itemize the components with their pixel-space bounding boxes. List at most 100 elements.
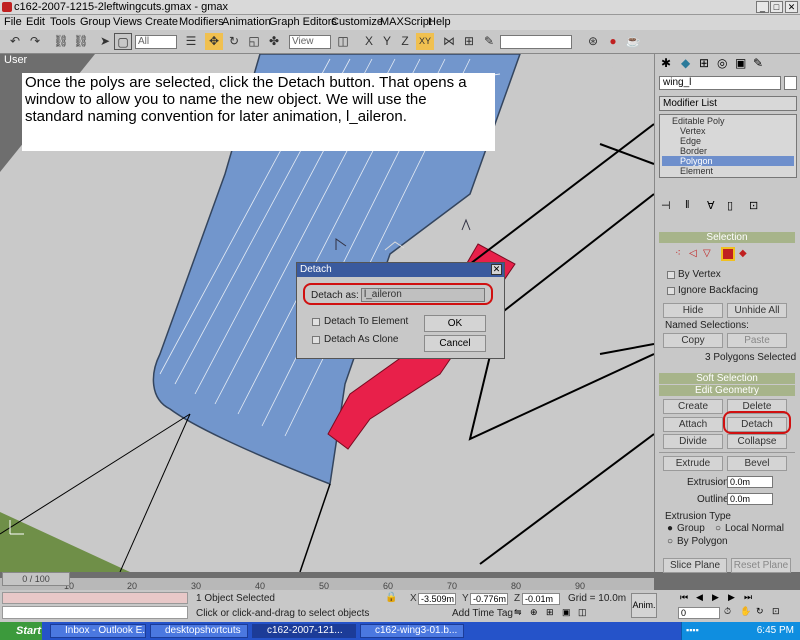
lock-selection-icon[interactable]: 🔒 — [385, 592, 397, 603]
make-unique-icon[interactable]: ∀ — [707, 199, 715, 212]
selection-rollout-header[interactable]: Selection — [659, 232, 795, 243]
current-frame-field[interactable]: 0 — [678, 607, 720, 619]
unlink-icon[interactable]: ⛓ — [72, 33, 90, 50]
configure-sets-icon[interactable]: ⊡ — [749, 199, 758, 212]
menu-graph-editors[interactable]: Graph Editors — [269, 16, 337, 28]
object-name-field[interactable]: wing_l — [659, 76, 781, 90]
cancel-button[interactable]: Cancel — [424, 335, 486, 352]
divide-button[interactable]: Divide — [663, 434, 723, 449]
taskbar-item-outlook[interactable]: Inbox - Outlook E... — [50, 624, 146, 638]
tray-icons[interactable]: ▪▪▪▪ — [686, 625, 699, 635]
go-to-start-icon[interactable]: ⏮ — [680, 592, 688, 603]
stack-item-editable-poly[interactable]: Editable Poly — [672, 116, 725, 126]
display-tab-icon[interactable]: ▣ — [735, 56, 746, 70]
show-end-result-icon[interactable]: ‖ — [685, 199, 690, 211]
maxscript-listener-mini[interactable] — [2, 592, 188, 604]
key-mode-icon[interactable]: ⇋ — [514, 607, 522, 618]
menu-edit[interactable]: Edit — [26, 16, 45, 28]
zoom-extents-all-icon[interactable]: ◫ — [578, 607, 587, 618]
xy-plane-icon[interactable]: XY — [416, 33, 434, 50]
maximize-viewport-icon[interactable]: ⊡ — [772, 606, 780, 617]
menu-create[interactable]: Create — [145, 16, 178, 28]
stack-item-vertex[interactable]: Vertex — [680, 126, 706, 136]
time-slider[interactable]: 0 / 100 — [2, 572, 70, 586]
time-config-icon[interactable]: ⏱ — [724, 606, 731, 617]
zoom-all-icon[interactable]: ⊞ — [546, 607, 554, 618]
stack-item-border[interactable]: Border — [680, 146, 707, 156]
viewport-label[interactable]: User — [4, 54, 27, 66]
previous-frame-icon[interactable]: ◀ — [696, 592, 703, 603]
z-axis-icon[interactable]: Z — [396, 33, 414, 50]
polygon-level-icon[interactable] — [721, 247, 735, 261]
create-button[interactable]: Create — [663, 399, 723, 414]
x-coordinate-field[interactable]: -3.509m — [418, 593, 456, 605]
create-tab-icon[interactable]: ✱ — [661, 56, 671, 70]
menu-views[interactable]: Views — [113, 16, 142, 28]
attach-button[interactable]: Attach — [663, 417, 723, 432]
zoom-icon[interactable]: ⊕ — [530, 607, 538, 618]
arc-rotate-icon[interactable]: ↻ — [756, 606, 764, 617]
slice-plane-button[interactable]: Slice Plane — [663, 558, 727, 573]
by-polygon-radio[interactable]: ○ — [667, 536, 673, 547]
selection-filter-dropdown[interactable]: All — [135, 35, 177, 49]
paste-button[interactable]: Paste — [727, 333, 787, 348]
scale-icon[interactable]: ◱ — [245, 33, 263, 50]
next-frame-icon[interactable]: ▶ — [728, 592, 735, 603]
zoom-extents-icon[interactable]: ▣ — [562, 607, 571, 618]
menu-modifiers[interactable]: Modifiers — [179, 16, 224, 28]
remove-modifier-icon[interactable]: ▯ — [727, 199, 733, 212]
mirror-icon[interactable]: ⋈ — [440, 33, 458, 50]
maxscript-input[interactable] — [2, 606, 188, 619]
reset-plane-button[interactable]: Reset Plane — [731, 558, 791, 573]
motion-tab-icon[interactable]: ◎ — [717, 56, 727, 70]
menu-maxscript[interactable]: MAXScript — [380, 16, 432, 28]
pivot-center-icon[interactable]: ◫ — [334, 33, 352, 50]
modify-tab-icon[interactable]: ◆ — [681, 56, 690, 70]
local-normal-radio[interactable]: ○ — [715, 523, 721, 534]
ok-button[interactable]: OK — [424, 315, 486, 332]
taskbar-item-wing3[interactable]: c162-wing3-01.b... — [360, 624, 464, 638]
element-level-icon[interactable]: ◆ — [739, 248, 747, 259]
edit-geometry-rollout-header[interactable]: Edit Geometry — [659, 385, 795, 396]
region-select-icon[interactable]: ▢ — [114, 33, 132, 50]
copy-button[interactable]: Copy — [663, 333, 723, 348]
taskbar-item-gmax[interactable]: c162-2007-121... — [252, 624, 356, 638]
select-object-icon[interactable]: ➤ — [96, 33, 114, 50]
play-icon[interactable]: ▶ — [712, 592, 719, 603]
add-time-tag-button[interactable]: Add Time Tag — [452, 608, 513, 619]
x-axis-icon[interactable]: X — [360, 33, 378, 50]
select-by-name-icon[interactable]: ☰ — [182, 33, 200, 50]
collapse-button[interactable]: Collapse — [727, 434, 787, 449]
group-radio[interactable]: ● — [667, 523, 673, 534]
menu-group[interactable]: Group — [80, 16, 111, 28]
select-link-icon[interactable]: ⛓ — [52, 33, 70, 50]
animate-toggle-button[interactable]: Anim. — [631, 593, 657, 618]
menu-tools[interactable]: Tools — [50, 16, 76, 28]
stack-item-edge[interactable]: Edge — [680, 136, 701, 146]
undo-icon[interactable]: ↶ — [6, 33, 24, 50]
quick-render-icon[interactable]: ☕ — [624, 33, 642, 50]
soft-selection-rollout-header[interactable]: Soft Selection — [659, 373, 795, 384]
y-axis-icon[interactable]: Y — [378, 33, 396, 50]
rotate-icon[interactable]: ↻ — [225, 33, 243, 50]
edge-level-icon[interactable]: ◁ — [689, 248, 697, 259]
detach-dialog-close-button[interactable]: ✕ — [491, 264, 502, 275]
start-button[interactable]: Start — [0, 622, 42, 640]
taskbar-item-desktopshortcuts[interactable]: desktopshortcuts — [150, 624, 248, 638]
modifier-list-dropdown[interactable]: Modifier List — [659, 96, 797, 111]
close-button[interactable]: ✕ — [785, 1, 798, 13]
ignore-backfacing-checkbox[interactable] — [667, 287, 675, 295]
stack-item-polygon[interactable]: Polygon — [680, 156, 713, 166]
pin-stack-icon[interactable]: ⊣ — [661, 199, 671, 212]
bevel-button[interactable]: Bevel — [727, 456, 787, 471]
detach-to-element-checkbox[interactable] — [312, 318, 320, 326]
utilities-tab-icon[interactable]: ✎ — [753, 56, 763, 70]
outline-spinner[interactable]: 0.0m — [727, 493, 773, 505]
menu-file[interactable]: File — [4, 16, 22, 28]
material-editor-icon[interactable]: ⊛ — [584, 33, 602, 50]
pan-icon[interactable]: ✋ — [740, 606, 751, 617]
by-vertex-checkbox[interactable] — [667, 271, 675, 279]
extrusion-spinner[interactable]: 0.0m — [727, 476, 773, 488]
detach-as-input[interactable]: l_aileron — [361, 288, 485, 302]
minimize-button[interactable]: _ — [756, 1, 769, 13]
